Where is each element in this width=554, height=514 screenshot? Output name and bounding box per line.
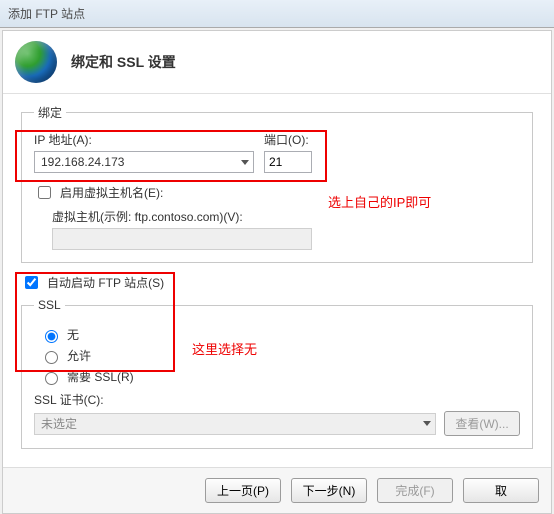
ip-value: 192.168.24.173 [41,155,124,169]
cert-value: 未选定 [41,415,77,432]
ssl-none-label: 无 [67,326,79,343]
autostart-checkbox[interactable] [25,276,38,289]
dialog-footer: 上一页(P) 下一步(N) 完成(F) 取 [3,467,551,513]
annotation-text-ssl: 这里选择无 [192,339,257,358]
next-button[interactable]: 下一步(N) [291,478,367,503]
globe-icon [15,41,57,83]
binding-legend: 绑定 [34,104,66,121]
ip-label: IP 地址(A): [34,131,254,148]
ssl-require-radio[interactable] [45,372,58,385]
ssl-allow-label: 允许 [67,347,91,364]
ssl-fieldset: SSL 无 允许 需要 SSL(R) SSL 证书(C): [21,298,533,449]
chevron-down-icon [241,160,249,165]
autostart-label: 自动启动 FTP 站点(S) [47,274,164,291]
ssl-legend: SSL [34,298,65,312]
page-title: 绑定和 SSL 设置 [71,52,176,72]
view-cert-button: 查看(W)... [444,411,520,436]
ssl-require-label: 需要 SSL(R) [67,368,134,385]
ip-select[interactable]: 192.168.24.173 [34,151,254,173]
dialog-window: 绑定和 SSL 设置 绑定 IP 地址(A): 192.168.24.173 端… [2,30,552,514]
enable-vhost-checkbox[interactable] [38,186,51,199]
vhost-input [52,228,312,250]
dialog-header: 绑定和 SSL 设置 [3,31,551,94]
enable-vhost-label: 启用虚拟主机名(E): [60,184,163,201]
binding-fieldset: 绑定 IP 地址(A): 192.168.24.173 端口(O): 启用虚拟主… [21,104,533,263]
annotation-text-ip: 选上自己的IP即可 [328,192,431,211]
ssl-none-radio[interactable] [45,330,58,343]
prev-button[interactable]: 上一页(P) [205,478,281,503]
finish-button: 完成(F) [377,478,453,503]
cert-select[interactable]: 未选定 [34,413,436,435]
port-label: 端口(O): [264,131,312,148]
port-input[interactable] [264,151,312,173]
titlebar: 添加 FTP 站点 [0,0,554,28]
dialog-content: 绑定 IP 地址(A): 192.168.24.173 端口(O): 启用虚拟主… [3,94,551,467]
cert-label: SSL 证书(C): [34,393,104,407]
vhost-label: 虚拟主机(示例: ftp.contoso.com)(V): [52,210,243,224]
chevron-down-icon [423,421,431,426]
cancel-button[interactable]: 取 [463,478,539,503]
ssl-allow-radio[interactable] [45,351,58,364]
titlebar-text: 添加 FTP 站点 [8,5,85,22]
